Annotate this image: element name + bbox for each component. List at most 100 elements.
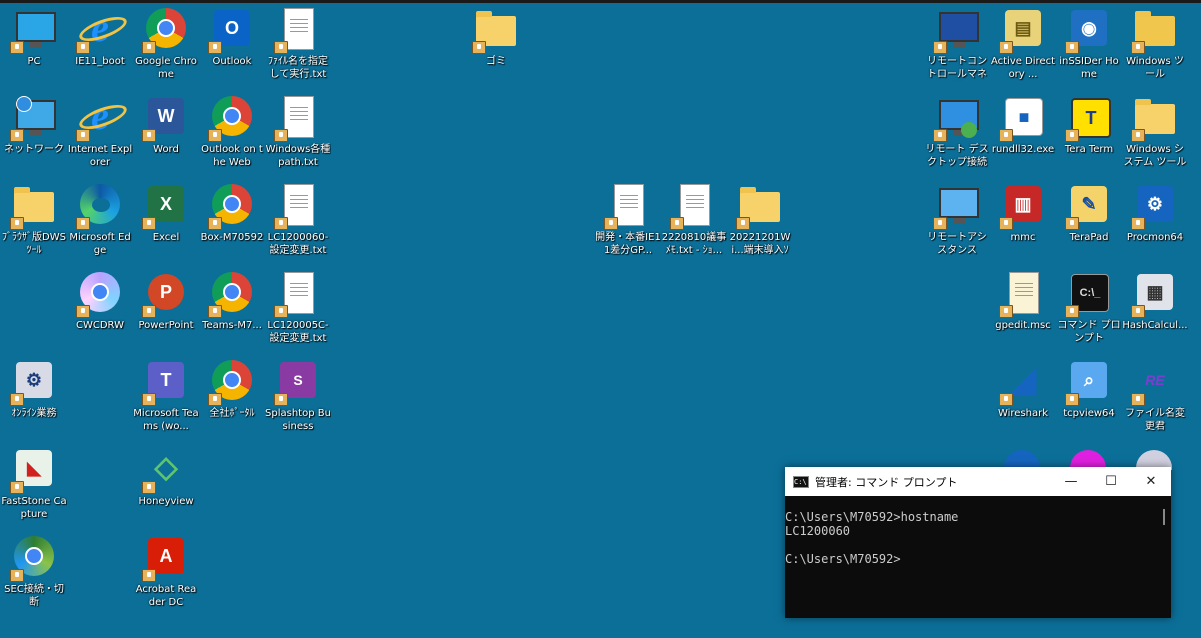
shortcut-badge-icon	[1131, 129, 1145, 142]
folder-icon	[472, 8, 518, 54]
desktop-icon-label: LC1200060-設定変更.txt	[267, 232, 329, 256]
desktop-icon[interactable]: W Word	[133, 88, 199, 156]
shortcut-badge-icon	[604, 217, 618, 230]
desktop-icon-label: Wireshark	[997, 408, 1049, 419]
desktop-icon-label: Honeyview	[138, 496, 194, 507]
desktop-icon[interactable]: ﾌﾞﾗｳｻﾞ版DWSﾂｰﾙ	[1, 176, 67, 257]
desktop-icon-label: Tera Term	[1064, 144, 1114, 155]
shortcut-badge-icon	[1065, 305, 1079, 318]
desktop-icon-label: inSSIDer Home	[1059, 56, 1119, 80]
shortcut-badge-icon	[76, 41, 90, 54]
desktop-icon[interactable]: 20221201Wi...端末導入ｿﾌ...	[727, 176, 793, 257]
desktop-icon[interactable]: 開発・本番IE11差分GP...	[595, 176, 661, 257]
wireshark-icon: ◢	[999, 360, 1045, 406]
desktop-icon[interactable]: e IE11_boot	[67, 0, 133, 68]
shortcut-badge-icon	[1131, 393, 1145, 406]
desktop-icon[interactable]: リモートコントロールマネージャ	[924, 0, 990, 81]
desktop-icon[interactable]: A Acrobat Reader DC	[133, 528, 199, 609]
desktop-icon-label: 全社ﾎﾟｰﾀﾙ	[209, 408, 255, 419]
desktop-icon[interactable]: ▥ mmc	[990, 176, 1056, 244]
desktop-icon[interactable]: ◉ inSSIDer Home	[1056, 0, 1122, 81]
maximize-button[interactable]: ☐	[1091, 467, 1131, 496]
doc-icon	[604, 184, 650, 230]
desktop-icon-label: Acrobat Reader DC	[135, 584, 197, 608]
terapad-icon: ✎	[1065, 184, 1111, 230]
desktop-icon[interactable]: gpedit.msc	[990, 264, 1056, 332]
rdp-icon	[933, 96, 979, 142]
shortcut-badge-icon	[208, 305, 222, 318]
desktop-icon[interactable]: ⌕ tcpview64	[1056, 352, 1122, 420]
shortcut-badge-icon	[274, 41, 288, 54]
desktop-icon[interactable]: T Microsoft Teams (wo...	[133, 352, 199, 433]
shortcut-badge-icon	[1131, 217, 1145, 230]
desktop-icon[interactable]: リモートアシスタンス	[924, 176, 990, 257]
command-prompt-window[interactable]: C:\ 管理者: コマンド プロンプト — ☐ ✕ C:\Users\M7059…	[785, 467, 1171, 618]
desktop-icon-label: PC	[27, 56, 41, 67]
desktop-icon[interactable]: Teams-M7...	[199, 264, 265, 332]
scrollbar-thumb[interactable]	[1163, 509, 1165, 525]
desktop-icon-label: IE11_boot	[75, 56, 125, 67]
desktop-icon[interactable]: ▤ Active Directory ...	[990, 0, 1056, 81]
edge-icon	[76, 184, 122, 230]
desktop-icon[interactable]: Windows各種path.txt	[265, 88, 331, 169]
terminal-output[interactable]: C:\Users\M70592>hostname LC1200060 C:\Use…	[785, 496, 1171, 566]
desktop-icon[interactable]: 2220810議事ﾒﾓ.txt - ｼｮ...	[661, 176, 727, 257]
terminal-line: C:\Users\M70592>hostname	[785, 510, 959, 524]
desktop-icon[interactable]: RE ファイル名変更君	[1122, 352, 1188, 433]
desktop-icon[interactable]: PC	[1, 0, 67, 68]
desktop-icon-label: SEC接続・切断	[4, 584, 64, 608]
shortcut-badge-icon	[142, 393, 156, 406]
desktop-icon[interactable]: C:\_ コマンド プロンプト	[1056, 264, 1122, 345]
desktop-icon[interactable]: ⚙ Procmon64	[1122, 176, 1188, 244]
desktop-icon[interactable]: Box-M70592	[199, 176, 265, 244]
desktop-icon[interactable]: ﾌｧｲﾙ名を指定して実行.txt	[265, 0, 331, 81]
desktop-icon[interactable]: Windows システム ツール	[1122, 88, 1188, 169]
desktop-icon[interactable]: ゴミ	[463, 0, 529, 68]
desktop-icon[interactable]: X Excel	[133, 176, 199, 244]
desktop-icon-label: ﾌｧｲﾙ名を指定して実行.txt	[268, 56, 328, 80]
shortcut-badge-icon	[142, 481, 156, 494]
desktop-icon[interactable]: ▦ HashCalcul...	[1122, 264, 1188, 332]
desktop-icon[interactable]: ■ rundll32.exe	[990, 88, 1056, 156]
window-titlebar[interactable]: C:\ 管理者: コマンド プロンプト — ☐ ✕	[785, 467, 1171, 496]
desktop-icon[interactable]: O Outlook	[199, 0, 265, 68]
desktop-icon[interactable]: リモート デスクトップ接続	[924, 88, 990, 169]
doc-icon	[274, 184, 320, 230]
desktop-icon[interactable]: CWCDRW	[67, 264, 133, 332]
desktop-icon[interactable]: Microsoft Edge	[67, 176, 133, 257]
desktop-icon[interactable]: ネットワーク	[1, 88, 67, 156]
desktop-icon-label: Procmon64	[1126, 232, 1184, 243]
desktop-icon[interactable]: P PowerPoint	[133, 264, 199, 332]
desktop-icon[interactable]: ⚙ ｵﾝﾗｲﾝ業務	[1, 352, 67, 420]
desktop-icon-label: ファイル名変更君	[1125, 408, 1185, 432]
window-title: 管理者: コマンド プロンプト	[815, 475, 958, 489]
desktop-icon-label: Teams-M7...	[202, 320, 262, 331]
outlook-icon: O	[208, 8, 254, 54]
desktop-icon[interactable]: LC1200060-設定変更.txt	[265, 176, 331, 257]
desktop-icon[interactable]: Windows ツール	[1122, 0, 1188, 81]
close-button[interactable]: ✕	[1131, 467, 1171, 496]
network-icon	[10, 96, 56, 142]
gpedit-icon	[999, 272, 1045, 318]
desktop-icon[interactable]: T Tera Term	[1056, 88, 1122, 156]
desktop-icon[interactable]: ◇ Honeyview	[133, 440, 199, 508]
desktop-icon-label: Active Directory ...	[990, 56, 1056, 80]
shortcut-badge-icon	[274, 129, 288, 142]
desktop-icon[interactable]: SEC接続・切断	[1, 528, 67, 609]
desktop-icon[interactable]: S Splashtop Business	[265, 352, 331, 433]
desktop-icon[interactable]: ◣ FastStone Capture	[1, 440, 67, 521]
desktop-icon[interactable]: Google Chrome	[133, 0, 199, 81]
desktop-icon[interactable]: Outlook on the Web	[199, 88, 265, 169]
shortcut-badge-icon	[1065, 393, 1079, 406]
desktop-icon[interactable]: ✎ TeraPad	[1056, 176, 1122, 244]
shortcut-badge-icon	[10, 393, 24, 406]
shortcut-badge-icon	[208, 129, 222, 142]
shortcut-badge-icon	[142, 129, 156, 142]
desktop-icon-label: gpedit.msc	[995, 320, 1051, 331]
desktop-icon[interactable]: e Internet Explorer	[67, 88, 133, 169]
desktop-icon[interactable]: 全社ﾎﾟｰﾀﾙ	[199, 352, 265, 420]
desktop-icon[interactable]: LC120005C-設定変更.txt	[265, 264, 331, 345]
minimize-button[interactable]: —	[1051, 467, 1091, 496]
desktop-icon[interactable]: ◢ Wireshark	[990, 352, 1056, 420]
doc-icon	[274, 272, 320, 318]
